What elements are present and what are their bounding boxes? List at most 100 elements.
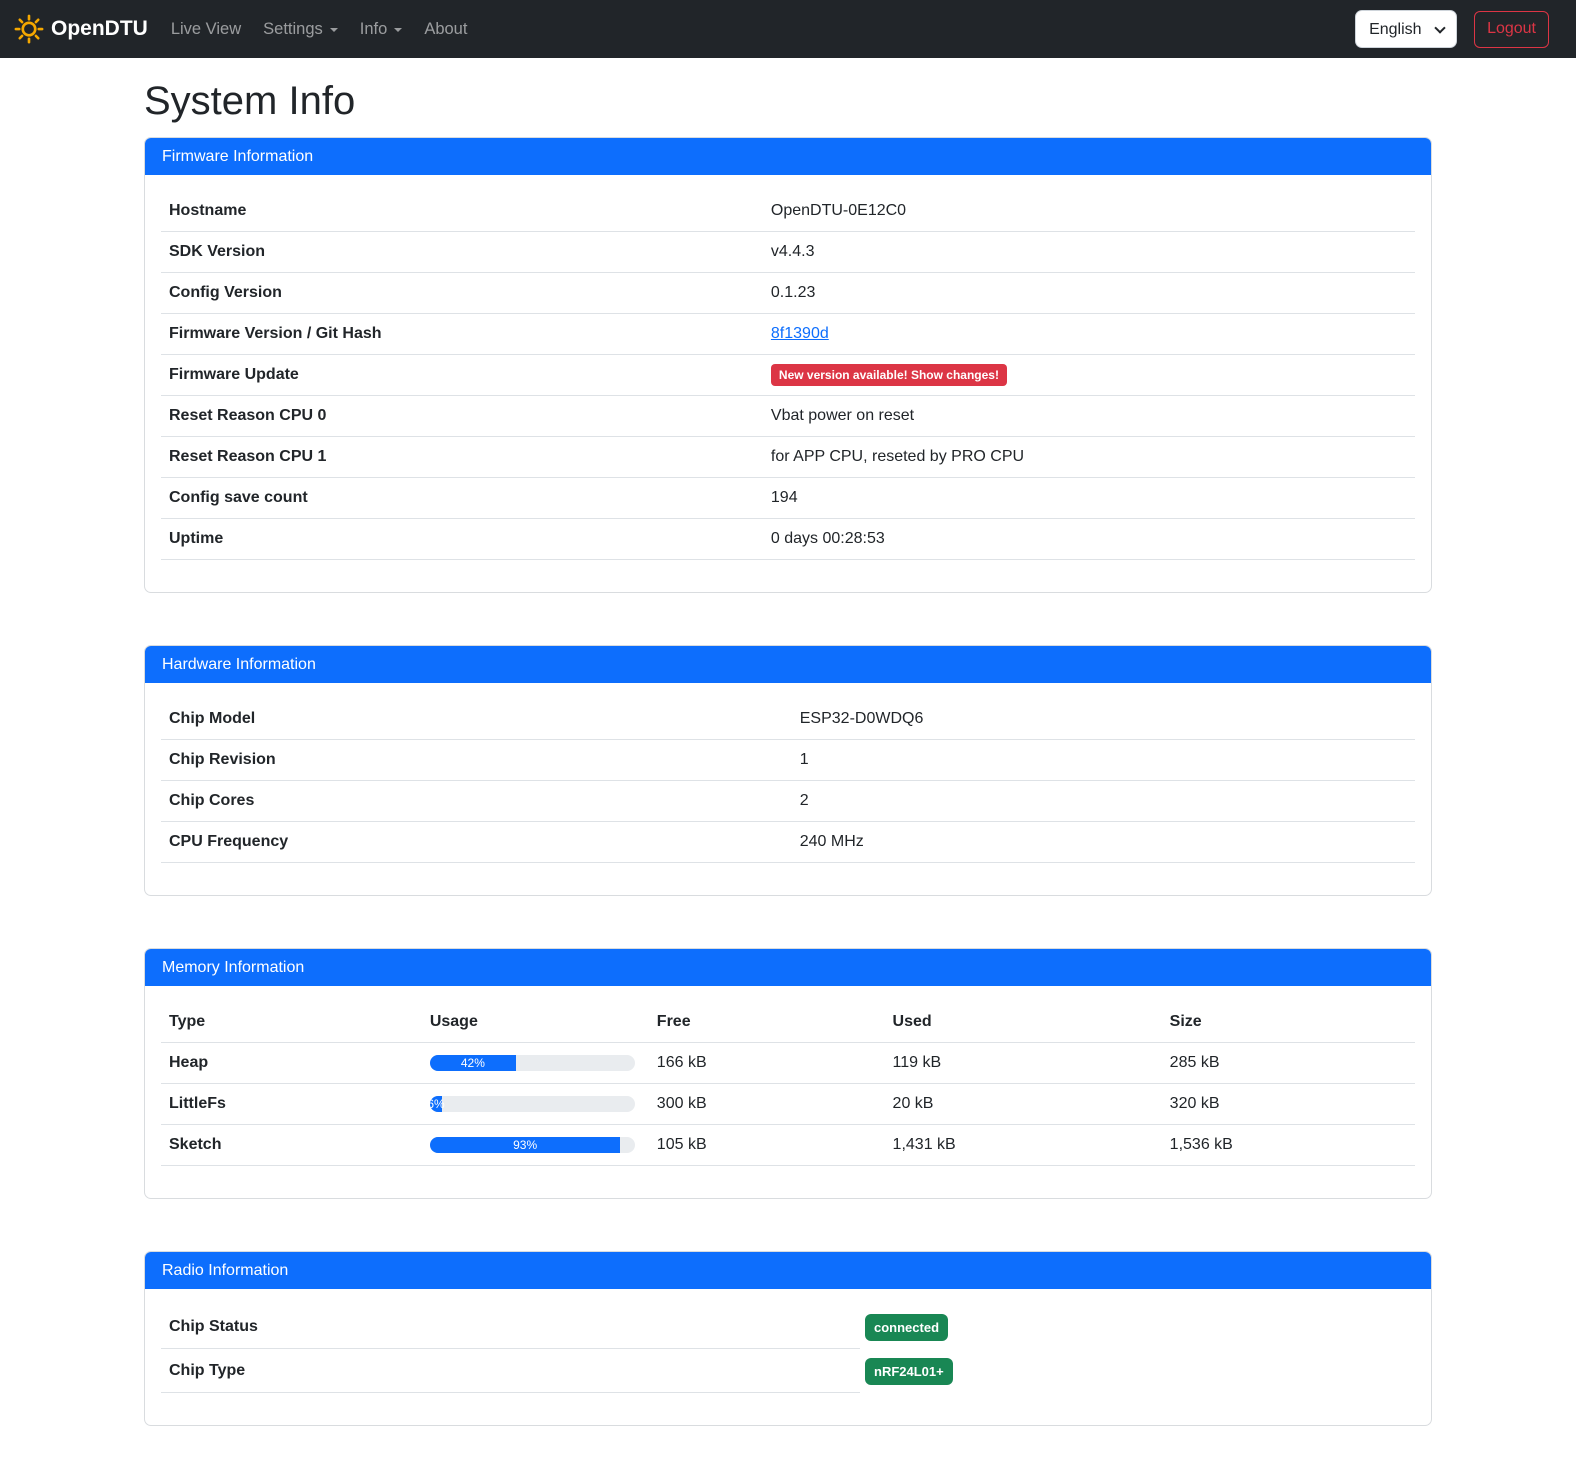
table-row: Reset Reason CPU 1 for APP CPU, reseted …: [161, 437, 1415, 478]
row-value: for APP CPU, reseted by PRO CPU: [763, 437, 1415, 478]
memory-card: Memory Information Type Usage Free Used …: [144, 948, 1432, 1199]
memory-size: 285 kB: [1162, 1043, 1415, 1084]
chip-status-badge: connected: [865, 1314, 948, 1341]
firmware-update-badge[interactable]: New version available! Show changes!: [771, 364, 1007, 386]
memory-free: 105 kB: [649, 1125, 885, 1166]
row-value: v4.4.3: [763, 232, 1415, 273]
row-label: Hostname: [161, 191, 763, 232]
row-label: Chip Type: [161, 1349, 860, 1393]
column-header-usage: Usage: [422, 1002, 649, 1043]
memory-free: 166 kB: [649, 1043, 885, 1084]
memory-used: 1,431 kB: [885, 1125, 1162, 1166]
sun-icon: [14, 14, 44, 44]
row-value: 194: [763, 478, 1415, 519]
row-label: CPU Frequency: [161, 822, 792, 863]
row-value: 1: [792, 740, 1415, 781]
row-value: 2: [792, 781, 1415, 822]
progress-bar: 93%: [430, 1137, 621, 1153]
memory-size: 320 kB: [1162, 1084, 1415, 1125]
nav-links: Live View Settings Info About: [160, 12, 479, 47]
column-header-used: Used: [885, 1002, 1162, 1043]
progress-track: 93%: [430, 1137, 635, 1153]
row-value: 0.1.23: [763, 273, 1415, 314]
row-value: OpenDTU-0E12C0: [763, 191, 1415, 232]
chip-type-badge: nRF24L01+: [865, 1358, 953, 1385]
row-label: Config Version: [161, 273, 763, 314]
table-row: Uptime 0 days 00:28:53: [161, 519, 1415, 560]
table-row: SDK Version v4.4.3: [161, 232, 1415, 273]
row-value: 0 days 00:28:53: [763, 519, 1415, 560]
table-row: CPU Frequency 240 MHz: [161, 822, 1415, 863]
brand-link[interactable]: OpenDTU: [14, 14, 148, 44]
brand-label: OpenDTU: [51, 17, 148, 41]
progress-track: 6%: [430, 1096, 635, 1112]
radio-card: Radio Information Chip Status connected …: [144, 1251, 1432, 1426]
radio-table: Chip Status connected Chip Type nRF24L01…: [161, 1305, 1415, 1393]
hardware-table: Chip Model ESP32-D0WDQ6 Chip Revision 1 …: [161, 699, 1415, 863]
table-row: Chip Revision 1: [161, 740, 1415, 781]
memory-table: Type Usage Free Used Size Heap 42%: [161, 1002, 1415, 1166]
hardware-card-body: Chip Model ESP32-D0WDQ6 Chip Revision 1 …: [145, 683, 1431, 895]
row-label: Reset Reason CPU 0: [161, 396, 763, 437]
language-select[interactable]: English: [1355, 10, 1457, 48]
firmware-card-header: Firmware Information: [145, 138, 1431, 175]
radio-card-body: Chip Status connected Chip Type nRF24L01…: [145, 1289, 1431, 1425]
memory-type: Heap: [161, 1043, 422, 1084]
language-select-wrap: English: [1355, 10, 1457, 48]
memory-card-body: Type Usage Free Used Size Heap 42%: [145, 986, 1431, 1198]
column-header-type: Type: [161, 1002, 422, 1043]
row-label: Chip Cores: [161, 781, 792, 822]
row-label: Firmware Version / Git Hash: [161, 314, 763, 355]
table-row: Chip Type nRF24L01+: [161, 1349, 1415, 1393]
table-row: Firmware Version / Git Hash 8f1390d: [161, 314, 1415, 355]
memory-size: 1,536 kB: [1162, 1125, 1415, 1166]
row-label: Config save count: [161, 478, 763, 519]
chevron-down-icon: [394, 28, 402, 32]
nav-item-live-view[interactable]: Live View: [160, 12, 252, 47]
navbar: OpenDTU Live View Settings Info About En…: [0, 0, 1576, 58]
row-label: Chip Status: [161, 1305, 860, 1349]
column-header-size: Size: [1162, 1002, 1415, 1043]
table-row: Chip Status connected: [161, 1305, 1415, 1349]
nav-item-label: Settings: [263, 20, 323, 39]
row-label: Chip Revision: [161, 740, 792, 781]
table-row: Reset Reason CPU 0 Vbat power on reset: [161, 396, 1415, 437]
row-label: Uptime: [161, 519, 763, 560]
column-header-free: Free: [649, 1002, 885, 1043]
nav-item-label: Live View: [171, 20, 241, 39]
row-value: nRF24L01+: [860, 1350, 953, 1393]
nav-item-info[interactable]: Info: [349, 12, 414, 47]
memory-usage-cell: 93%: [422, 1125, 649, 1166]
table-row: Hostname OpenDTU-0E12C0: [161, 191, 1415, 232]
nav-item-settings[interactable]: Settings: [252, 12, 349, 47]
firmware-table: Hostname OpenDTU-0E12C0 SDK Version v4.4…: [161, 191, 1415, 560]
row-value: Vbat power on reset: [763, 396, 1415, 437]
nav-item-about[interactable]: About: [413, 12, 478, 47]
table-row: Heap 42% 166 kB 119 kB 285 kB: [161, 1043, 1415, 1084]
table-row: LittleFs 6% 300 kB 20 kB 320 kB: [161, 1084, 1415, 1125]
radio-card-header: Radio Information: [145, 1252, 1431, 1289]
progress-track: 42%: [430, 1055, 635, 1071]
memory-usage-cell: 42%: [422, 1043, 649, 1084]
memory-usage-cell: 6%: [422, 1084, 649, 1125]
row-label: SDK Version: [161, 232, 763, 273]
progress-bar: 6%: [430, 1096, 442, 1112]
table-header-row: Type Usage Free Used Size: [161, 1002, 1415, 1043]
row-value: New version available! Show changes!: [763, 355, 1415, 396]
hardware-card-header: Hardware Information: [145, 646, 1431, 683]
firmware-card: Firmware Information Hostname OpenDTU-0E…: [144, 137, 1432, 593]
row-value: ESP32-D0WDQ6: [792, 699, 1415, 740]
table-row: Chip Model ESP32-D0WDQ6: [161, 699, 1415, 740]
table-row: Config Version 0.1.23: [161, 273, 1415, 314]
logout-button[interactable]: Logout: [1474, 11, 1549, 48]
page-title: System Info: [144, 79, 1432, 124]
table-row: Sketch 93% 105 kB 1,431 kB 1,536 kB: [161, 1125, 1415, 1166]
git-hash-link[interactable]: 8f1390d: [771, 325, 829, 342]
row-label: Reset Reason CPU 1: [161, 437, 763, 478]
nav-item-label: About: [424, 20, 467, 39]
memory-type: LittleFs: [161, 1084, 422, 1125]
memory-type: Sketch: [161, 1125, 422, 1166]
memory-used: 20 kB: [885, 1084, 1162, 1125]
chevron-down-icon: [330, 28, 338, 32]
row-label: Firmware Update: [161, 355, 763, 396]
